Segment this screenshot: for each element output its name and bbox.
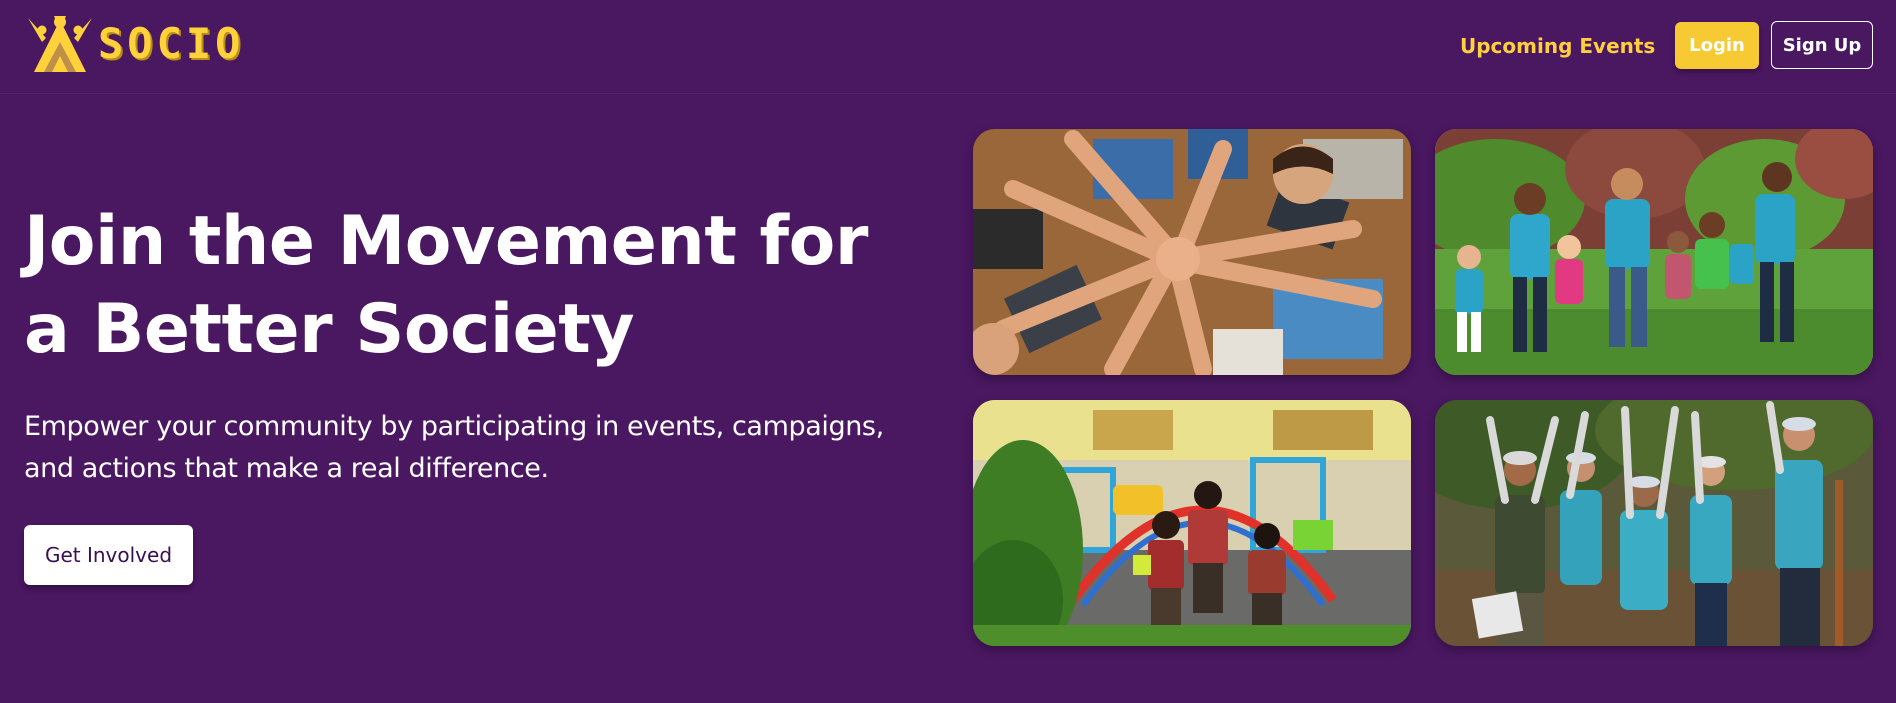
brand-logo[interactable]: SOCIO xyxy=(24,12,244,76)
hero-subtitle: Empower your community by participating … xyxy=(24,411,884,484)
hands-together-photo xyxy=(973,129,1411,375)
hero-title: Join the Movement for a Better Society xyxy=(24,202,868,369)
children-playground-photo xyxy=(973,400,1411,646)
signup-button[interactable]: Sign Up xyxy=(1771,21,1873,69)
brand-name: SOCIO xyxy=(98,19,245,68)
people-celebrating-logo-icon xyxy=(28,16,92,72)
nav-link-upcoming-events[interactable]: Upcoming Events xyxy=(1460,33,1655,59)
children-running-park-photo xyxy=(1435,129,1873,375)
get-involved-button[interactable]: Get Involved xyxy=(24,525,193,585)
login-button[interactable]: Login xyxy=(1675,22,1759,69)
navbar: SOCIO Upcoming Events Login Sign Up xyxy=(0,0,1896,94)
volunteers-cheering-photo xyxy=(1435,400,1873,646)
